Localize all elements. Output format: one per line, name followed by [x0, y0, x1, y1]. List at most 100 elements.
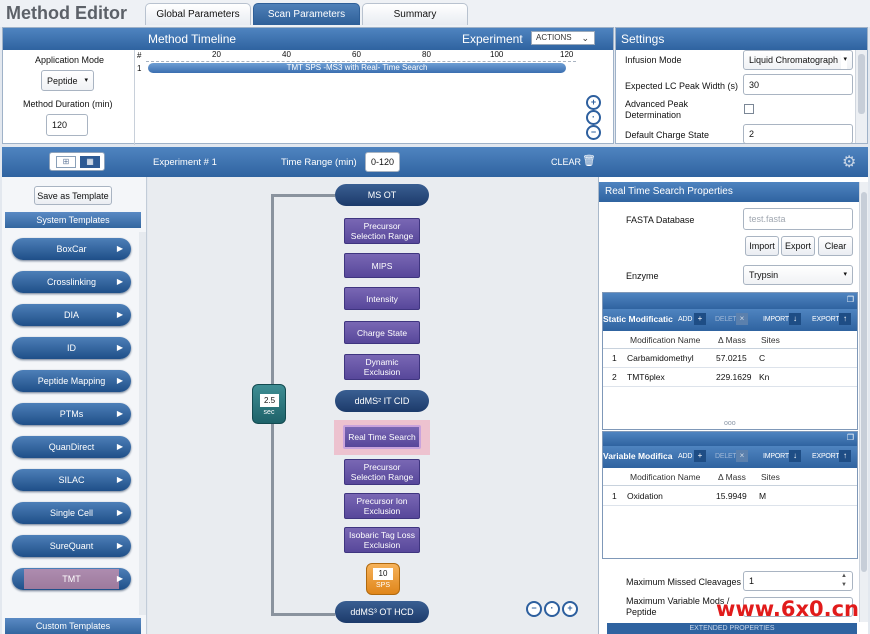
chevron-right-icon: ▶ [116, 541, 123, 550]
ddms3-node[interactable]: ddMS³ OT HCD [335, 601, 429, 623]
intensity-node[interactable]: Intensity [344, 287, 420, 310]
tab-scan-parameters[interactable]: Scan Parameters [253, 3, 360, 25]
mips-node[interactable]: MIPS [344, 253, 420, 278]
mod-sites[interactable]: Kn [759, 368, 769, 387]
template-surequant[interactable]: SureQuant ▶ [12, 535, 131, 557]
table-row[interactable]: 1 Oxidation 15.9949 M [603, 487, 857, 506]
sps-counter[interactable]: 10 SPS [366, 563, 400, 595]
mod-sites[interactable]: M [759, 487, 766, 506]
mod-name[interactable]: TMT6plex [627, 368, 665, 387]
fasta-input[interactable]: test.fasta [743, 208, 853, 230]
ms-ot-node[interactable]: MS OT [335, 184, 429, 206]
import-mods-button[interactable]: IMPORT [763, 316, 789, 323]
templates-scrollbar[interactable] [139, 232, 146, 615]
canvas-zoom-in-icon[interactable]: + [562, 601, 578, 617]
template-id[interactable]: ID ▶ [12, 337, 131, 359]
divider [134, 50, 135, 145]
export-button[interactable]: Export [781, 236, 815, 256]
rts-scrollbar[interactable] [859, 182, 868, 622]
template-quandirect[interactable]: QuanDirect ▶ [12, 436, 131, 458]
export-icon[interactable]: ↑ [839, 313, 851, 325]
sps-value[interactable]: 10 [373, 568, 393, 580]
import-button[interactable]: Import [745, 236, 779, 256]
export-mods-button[interactable]: EXPORT [812, 316, 840, 323]
template-silac[interactable]: SILAC ▶ [12, 469, 131, 491]
mod-name[interactable]: Oxidation [627, 487, 663, 506]
mod-mass[interactable]: 229.1629 [716, 368, 751, 387]
ddms2-node[interactable]: ddMS² IT CID [335, 390, 429, 412]
scroll-thumb[interactable] [858, 54, 865, 114]
clear-button[interactable]: CLEAR [551, 157, 581, 167]
table-row[interactable]: 1 Carbamidomethyl 57.0215 C [603, 349, 857, 368]
settings-scrollbar[interactable] [855, 50, 867, 143]
import-icon[interactable]: ↓ [789, 313, 801, 325]
import-mods-button[interactable]: IMPORT [763, 453, 789, 460]
maximize-icon[interactable]: ❐ [847, 433, 854, 442]
charge-state-node[interactable]: Charge State [344, 321, 420, 344]
precursor-ion-exclusion-node[interactable]: Precursor Ion Exclusion [344, 493, 420, 519]
template-boxcar[interactable]: BoxCar ▶ [12, 238, 131, 260]
scroll-thumb[interactable] [861, 192, 867, 572]
dropdown-arrow-icon: ▾ [843, 271, 847, 278]
export-icon[interactable]: ↑ [839, 450, 851, 462]
mod-name[interactable]: Carbamidomethyl [627, 349, 694, 368]
chevron-right-icon: ▶ [116, 475, 123, 484]
precursor-selection-node-2[interactable]: Precursor Selection Range [344, 459, 420, 485]
add-row-icon[interactable]: + [694, 313, 706, 325]
zoom-in-icon[interactable]: + [586, 95, 601, 110]
method-duration-input[interactable]: 120 [46, 114, 88, 136]
default-charge-input[interactable]: 2 [743, 124, 853, 144]
enzyme-select[interactable]: Trypsin ▾ [743, 265, 853, 285]
delete-row-icon[interactable]: × [736, 450, 748, 462]
cycle-time-box[interactable]: 2.5 sec [252, 384, 286, 424]
template-ptms[interactable]: PTMs ▶ [12, 403, 131, 425]
chevron-right-icon: ▶ [116, 310, 123, 319]
view-toggle[interactable]: ⊞ ▦ [49, 152, 105, 171]
canvas-zoom-reset-icon[interactable]: · [544, 601, 560, 617]
list-view-icon[interactable]: ▦ [80, 156, 100, 168]
template-dia[interactable]: DIA ▶ [12, 304, 131, 326]
template-tmt[interactable]: TMT ▶ [12, 568, 131, 590]
resize-grip-icon[interactable]: ooo [724, 420, 736, 427]
time-range-input[interactable]: 0-120 [365, 152, 400, 172]
maximize-icon[interactable]: ❐ [847, 295, 854, 304]
infusion-mode-select[interactable]: Liquid Chromatograph ▾ [743, 50, 853, 70]
extended-properties-header[interactable]: EXTENDED PROPERTIES [607, 623, 857, 634]
table-row[interactable]: 2 TMT6plex 229.1629 Kn [603, 368, 857, 387]
clear-fasta-button[interactable]: Clear [818, 236, 853, 256]
mod-sites[interactable]: C [759, 349, 765, 368]
add-button[interactable]: ADD [678, 316, 692, 323]
delete-row-icon[interactable]: × [736, 313, 748, 325]
zoom-out-icon[interactable]: − [586, 125, 601, 140]
advanced-peak-checkbox[interactable] [744, 104, 754, 114]
variable-mods-table-header: Modification Name Δ Mass Sites [603, 468, 857, 486]
template-peptide-mapping[interactable]: Peptide Mapping ▶ [12, 370, 131, 392]
add-row-icon[interactable]: + [694, 450, 706, 462]
spinner-arrows-icon[interactable]: ▲ ▼ [841, 572, 847, 590]
zoom-reset-icon[interactable]: · [586, 110, 601, 125]
tab-summary[interactable]: Summary [362, 3, 468, 25]
save-as-template-button[interactable]: Save as Template [34, 186, 112, 205]
cycle-time-value[interactable]: 2.5 [260, 394, 279, 407]
real-time-search-node[interactable]: Real Time Search [343, 425, 421, 449]
mod-mass[interactable]: 57.0215 [716, 349, 747, 368]
isobaric-tag-loss-node[interactable]: Isobaric Tag Loss Exclusion [344, 527, 420, 553]
trash-icon[interactable]: 🗑 [582, 154, 596, 167]
precursor-selection-node[interactable]: Precursor Selection Range [344, 218, 420, 244]
lc-peak-width-input[interactable]: 30 [743, 74, 853, 95]
canvas-zoom-out-icon[interactable]: − [526, 601, 542, 617]
mod-mass[interactable]: 15.9949 [716, 487, 747, 506]
template-single-cell[interactable]: Single Cell ▶ [12, 502, 131, 524]
dynamic-exclusion-node[interactable]: Dynamic Exclusion [344, 354, 420, 380]
add-button[interactable]: ADD [678, 453, 692, 460]
timeline-experiment-bar[interactable]: TMT SPS -MS3 with Real- Time Search [148, 63, 566, 73]
max-missed-cleavages-input[interactable]: 1 [743, 571, 853, 591]
actions-dropdown[interactable]: ACTIONS ⌄ [531, 31, 595, 45]
gear-icon[interactable]: ⚙ [842, 152, 856, 172]
import-icon[interactable]: ↓ [789, 450, 801, 462]
template-crosslinking[interactable]: Crosslinking ▶ [12, 271, 131, 293]
application-mode-select[interactable]: Peptide ▾ [41, 70, 94, 91]
export-mods-button[interactable]: EXPORT [812, 453, 840, 460]
tree-view-icon[interactable]: ⊞ [56, 156, 76, 168]
tab-global-parameters[interactable]: Global Parameters [145, 3, 251, 25]
